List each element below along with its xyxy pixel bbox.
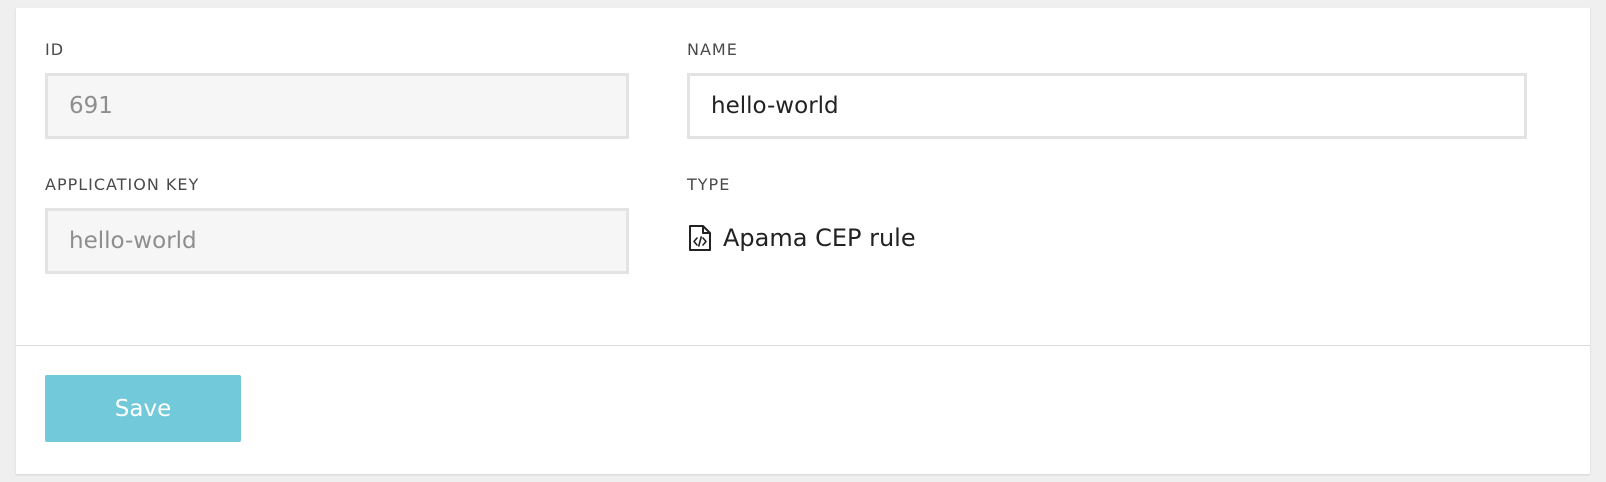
type-label: TYPE bbox=[687, 175, 731, 194]
form-footer: Save bbox=[16, 346, 1590, 474]
type-field-group: TYPE Apama CEP rule bbox=[687, 175, 1527, 252]
application-properties-card: ID 691 NAME APPLICATION KEY hello-world … bbox=[16, 8, 1590, 474]
type-value: Apama CEP rule bbox=[687, 224, 1527, 252]
application-key-field: hello-world bbox=[45, 208, 629, 274]
id-field: 691 bbox=[45, 73, 629, 139]
name-input[interactable] bbox=[687, 73, 1527, 139]
type-text: Apama CEP rule bbox=[723, 224, 916, 252]
save-button[interactable]: Save bbox=[45, 375, 241, 442]
application-key-label: APPLICATION KEY bbox=[45, 175, 200, 194]
application-key-field-group: APPLICATION KEY hello-world bbox=[45, 175, 629, 274]
file-code-icon bbox=[689, 225, 711, 251]
name-label: NAME bbox=[687, 40, 738, 59]
name-field-group: NAME bbox=[687, 40, 1527, 139]
id-field-group: ID 691 bbox=[45, 40, 629, 139]
id-label: ID bbox=[45, 40, 65, 59]
properties-form: ID 691 NAME APPLICATION KEY hello-world … bbox=[16, 8, 1590, 346]
